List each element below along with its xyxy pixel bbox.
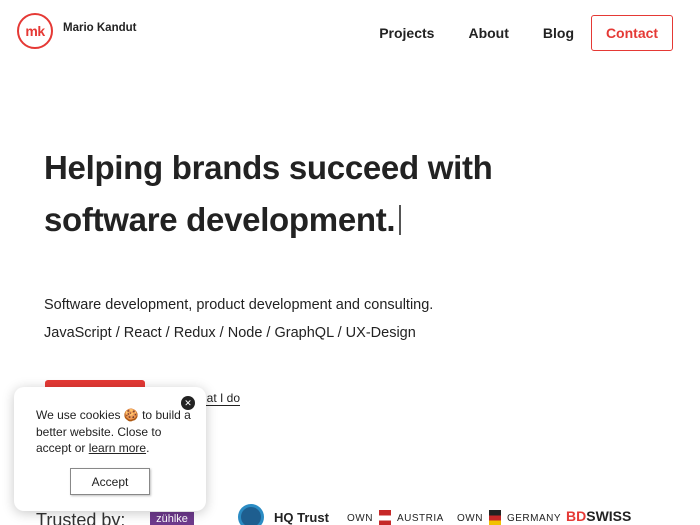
trusted-by-label: Trusted by: <box>36 510 126 525</box>
germany-flag-icon <box>488 510 501 525</box>
main-nav: Projects About Blog Contact <box>379 15 673 51</box>
nav-about[interactable]: About <box>468 25 508 41</box>
typing-cursor <box>399 205 402 235</box>
contact-button[interactable]: Contact <box>591 15 673 51</box>
learn-more-link[interactable]: learn more <box>89 441 146 455</box>
austria-flag-icon <box>378 510 391 525</box>
client-logo-own-germany: OWN GERMANY <box>457 510 561 525</box>
accept-button[interactable]: Accept <box>70 468 150 495</box>
own-germany-prefix: OWN <box>457 512 483 524</box>
bdswiss-suffix: SWISS <box>586 508 632 524</box>
client-logo-zuhlke: zühlke <box>150 512 194 525</box>
what-i-do-link[interactable]: hat I do <box>200 391 241 406</box>
hero-title: Helping brands succeed with software dev… <box>44 149 493 238</box>
hero-subtitle: Software development, product developmen… <box>44 297 434 313</box>
hq-trust-icon <box>238 504 264 525</box>
client-logo-bdswiss: BD SWISS <box>566 508 631 524</box>
cookie-banner: ✕ We use cookies 🍪 to build a better web… <box>14 387 206 511</box>
logo[interactable]: mk Mario Kandut <box>17 13 136 49</box>
own-germany-suffix: GERMANY <box>506 512 562 524</box>
client-logo-own-austria: OWN AUSTRIA <box>347 510 444 525</box>
logo-mark: mk <box>17 13 53 49</box>
client-logo-hq-trust: HQ Trust <box>238 504 329 525</box>
cookie-message: We use cookies 🍪 to build a better websi… <box>36 408 191 455</box>
own-austria-prefix: OWN <box>347 512 373 524</box>
hq-trust-label: HQ Trust <box>274 509 329 525</box>
nav-blog[interactable]: Blog <box>543 25 574 41</box>
logo-name: Mario Kandut <box>63 22 137 34</box>
bdswiss-prefix: BD <box>566 508 587 524</box>
nav-projects[interactable]: Projects <box>379 25 434 41</box>
hero-tech-stack: JavaScript / React / Redux / Node / Grap… <box>44 325 416 341</box>
own-austria-suffix: AUSTRIA <box>396 512 444 524</box>
